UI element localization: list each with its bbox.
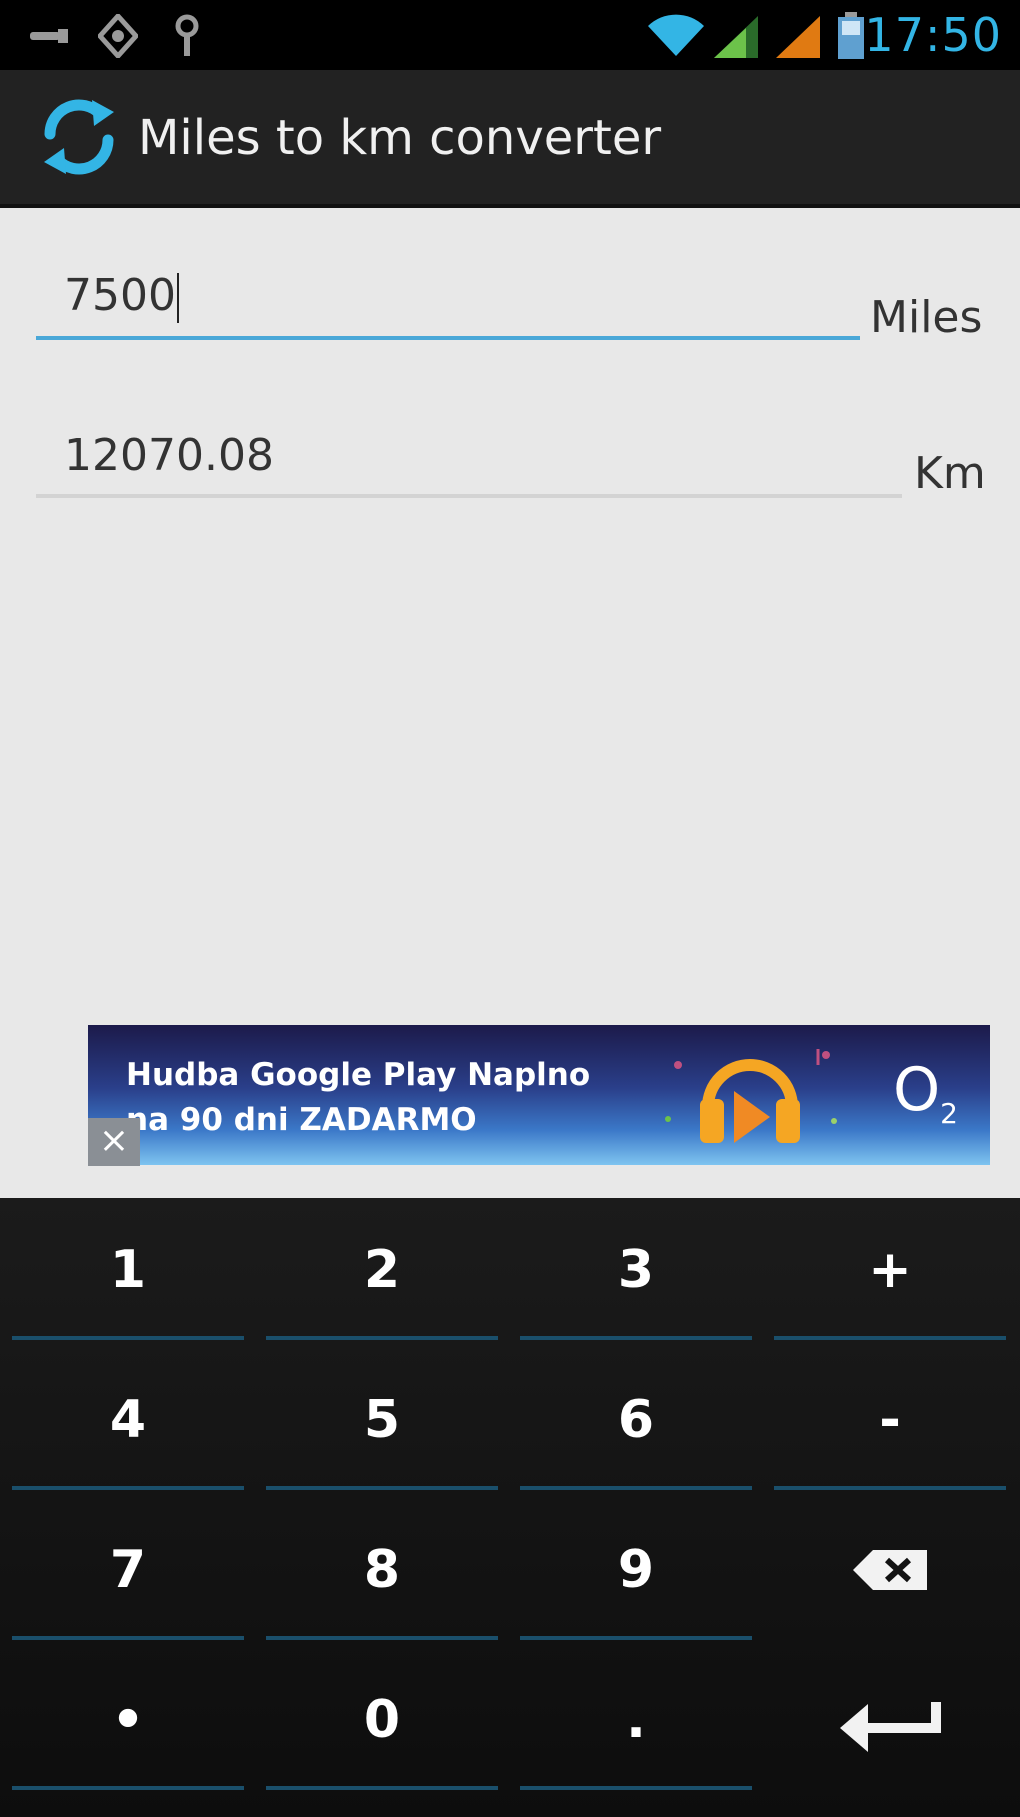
ad-line-2: na 90 dni ZADARMO <box>126 1102 477 1138</box>
key-1[interactable]: 1 <box>6 1198 250 1346</box>
app-title: Miles to km converter <box>138 110 662 166</box>
key-minus[interactable]: - <box>768 1348 1012 1496</box>
key-enter[interactable] <box>768 1648 1012 1796</box>
km-value: 12070.08 <box>64 430 274 481</box>
location-icon <box>175 14 199 56</box>
key-8[interactable]: 8 <box>260 1498 504 1646</box>
ad-line-1: Hudba Google Play Naplno <box>126 1057 591 1093</box>
km-output-underline <box>36 494 902 498</box>
sync-icon[interactable] <box>38 96 120 178</box>
wifi-icon <box>648 14 704 57</box>
numeric-keypad: 1 2 3 + 4 5 6 - 7 8 9 • 0 . <box>0 1198 1020 1817</box>
text-cursor <box>176 273 179 323</box>
km-output[interactable]: 12070.08 <box>36 416 902 506</box>
music-notes-icon <box>665 1049 837 1124</box>
miles-input[interactable]: 7500 <box>36 258 860 348</box>
miles-unit-label: Miles <box>870 292 983 343</box>
km-unit-label: Km <box>914 448 986 499</box>
key-4[interactable]: 4 <box>6 1348 250 1496</box>
status-bar: 17:50 <box>0 0 1020 70</box>
key-2[interactable]: 2 <box>260 1198 504 1346</box>
miles-input-underline <box>36 336 860 340</box>
key-plus[interactable]: + <box>768 1198 1012 1346</box>
ad-close-button[interactable]: × <box>88 1118 140 1166</box>
key-backspace[interactable] <box>768 1498 1012 1646</box>
android-debug-icon <box>98 14 138 58</box>
enter-icon <box>840 1702 941 1752</box>
signal-orange-icon <box>776 16 820 58</box>
key-bullet[interactable]: • <box>6 1648 250 1796</box>
key-7[interactable]: 7 <box>6 1498 250 1646</box>
battery-icon <box>838 12 864 59</box>
action-bar: Miles to km converter <box>0 70 1020 208</box>
key-9[interactable]: 9 <box>514 1498 758 1646</box>
key-3[interactable]: 3 <box>514 1198 758 1346</box>
signal-green-icon <box>714 16 758 58</box>
key-0[interactable]: 0 <box>260 1648 504 1796</box>
ad-banner[interactable]: Hudba Google Play Naplno na 90 dni ZADAR… <box>88 1025 990 1165</box>
backspace-icon <box>853 1550 927 1590</box>
usb-icon <box>30 29 68 43</box>
key-5[interactable]: 5 <box>260 1348 504 1496</box>
key-6[interactable]: 6 <box>514 1348 758 1496</box>
o2-logo: O2 <box>892 1055 958 1130</box>
key-decimal[interactable]: . <box>514 1648 758 1796</box>
miles-value: 7500 <box>64 270 176 321</box>
clock: 17:50 <box>864 8 1002 62</box>
